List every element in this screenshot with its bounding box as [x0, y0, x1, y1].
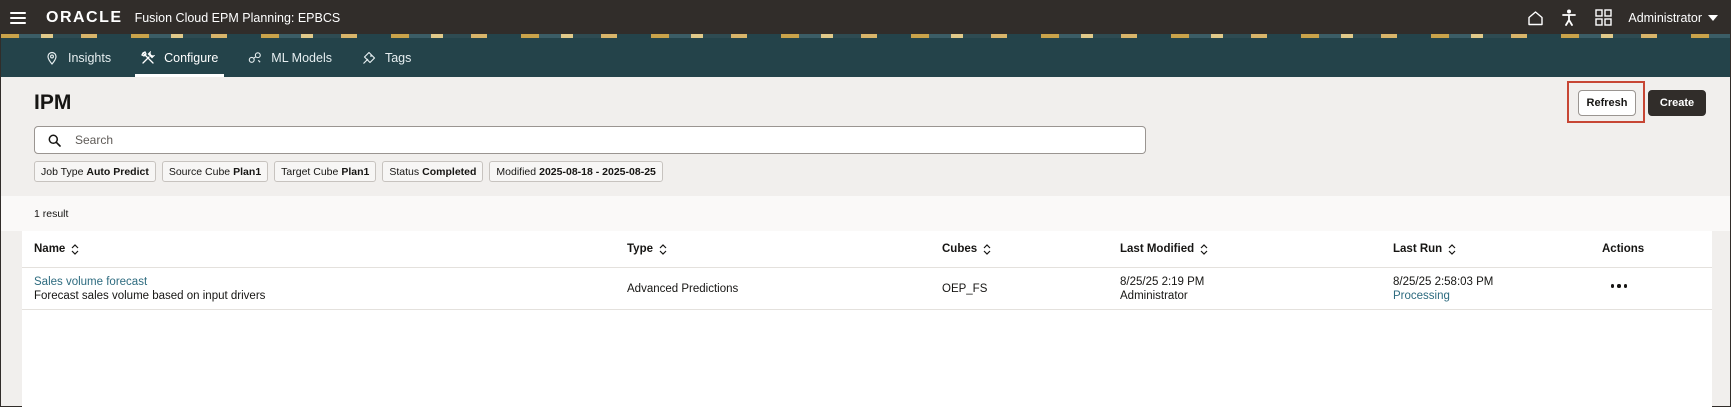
tab-insights-label: Insights	[68, 50, 112, 65]
oracle-logo: ORACLE	[46, 8, 123, 26]
job-type: Advanced Predictions	[627, 283, 739, 295]
user-name: Administrator	[1628, 10, 1702, 25]
header-divider	[22, 267, 1712, 268]
chevron-down-icon	[1708, 14, 1718, 21]
filter-chip-value: Plan1	[341, 165, 370, 178]
search-bar[interactable]	[34, 126, 1146, 154]
tag-icon	[362, 51, 376, 65]
apps-grid-icon[interactable]	[1594, 9, 1612, 27]
user-menu[interactable]: Administrator	[1628, 11, 1718, 25]
hamburger-icon[interactable]	[10, 11, 26, 24]
sort-icon	[1200, 243, 1208, 255]
tab-insights[interactable]: Insights	[45, 38, 111, 77]
sort-icon	[659, 243, 667, 255]
filter-chip-modified[interactable]: Modified 2025-08-18 - 2025-08-25	[489, 161, 663, 182]
job-cubes: OEP_FS	[942, 283, 988, 295]
column-header-last-run[interactable]: Last Run	[1393, 243, 1456, 255]
filter-chip-label: Modified	[496, 165, 537, 178]
last-run-date: 8/25/25 2:58:03 PM	[1393, 276, 1494, 288]
column-header-label: Name	[34, 243, 66, 255]
column-header-name[interactable]: Name	[34, 243, 79, 255]
column-header-last-modified[interactable]: Last Modified	[1120, 243, 1208, 255]
search-input[interactable]	[75, 128, 1145, 152]
results-band	[1, 196, 1730, 231]
filter-chip-label: Job Type	[41, 165, 84, 178]
column-header-cubes[interactable]: Cubes	[942, 243, 991, 255]
page-title: IPM	[34, 91, 72, 114]
tab-tags-label: Tags	[384, 50, 412, 65]
nav-bar: Insights Configure ML Models Tags	[1, 38, 1730, 77]
more-actions-icon[interactable]	[1608, 280, 1630, 292]
tab-ml-models-label: ML Models	[271, 50, 332, 65]
search-icon	[39, 134, 69, 147]
app-title: Fusion Cloud EPM Planning: EPBCS	[134, 10, 341, 25]
filter-chip-label: Target Cube	[281, 165, 339, 178]
column-header-label: Last Run	[1393, 243, 1443, 255]
filter-chip-value: Plan1	[233, 165, 262, 178]
last-modified-date: 8/25/25 2:19 PM	[1120, 276, 1205, 288]
top-right-actions: Administrator	[1526, 1, 1718, 34]
create-button[interactable]: Create	[1648, 90, 1706, 116]
filter-chip-status[interactable]: Status Completed	[382, 161, 484, 182]
ml-model-icon	[248, 51, 262, 65]
location-pin-icon	[45, 51, 59, 65]
filter-chips: Job Type Auto Predict Source Cube Plan1 …	[34, 161, 663, 182]
sort-icon	[1448, 243, 1456, 255]
last-run-status-link[interactable]: Processing	[1393, 289, 1450, 303]
column-header-label: Last Modified	[1120, 243, 1195, 255]
accessibility-icon[interactable]	[1560, 9, 1578, 27]
column-header-label: Cubes	[942, 243, 978, 255]
filter-chip-label: Status	[389, 165, 420, 178]
home-icon[interactable]	[1526, 9, 1544, 27]
last-modified-by: Administrator	[1120, 290, 1188, 302]
tab-configure-label: Configure	[164, 50, 219, 65]
column-header-label: Type	[627, 243, 653, 255]
column-header-type[interactable]: Type	[627, 243, 667, 255]
column-header-actions: Actions	[1602, 243, 1644, 255]
job-description: Forecast sales volume based on input dri…	[34, 290, 266, 302]
tools-icon	[141, 50, 156, 65]
filter-chip-value: Completed	[422, 165, 477, 178]
results-table: Name Type Cubes Last Modified Last Run A…	[22, 231, 1712, 407]
filter-chip-job-type[interactable]: Job Type Auto Predict	[34, 161, 156, 182]
tab-configure[interactable]: Configure	[135, 38, 225, 77]
column-header-label: Actions	[1602, 243, 1645, 255]
filter-chip-target-cube[interactable]: Target Cube Plan1	[274, 161, 377, 182]
result-count: 1 result	[34, 208, 69, 220]
filter-chip-value: Auto Predict	[86, 165, 149, 178]
tab-tags[interactable]: Tags	[362, 38, 411, 77]
filter-chip-value: 2025-08-18 - 2025-08-25	[539, 165, 656, 178]
row-divider	[22, 309, 1712, 310]
filter-chip-source-cube[interactable]: Source Cube Plan1	[161, 161, 269, 182]
top-bar: ORACLE Fusion Cloud EPM Planning: EPBCS …	[1, 1, 1730, 34]
filter-chip-label: Source Cube	[168, 165, 231, 178]
sort-icon	[71, 243, 79, 255]
tab-ml-models[interactable]: ML Models	[248, 38, 332, 77]
refresh-button[interactable]: Refresh	[1578, 90, 1636, 116]
job-name-link[interactable]: Sales volume forecast	[34, 275, 147, 289]
sort-icon	[983, 243, 991, 255]
